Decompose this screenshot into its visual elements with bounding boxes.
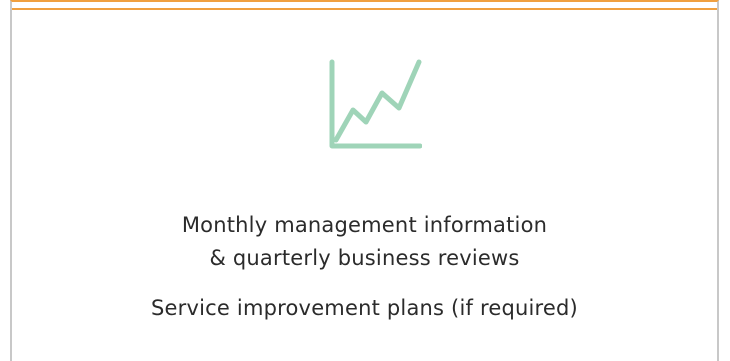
card-text-line-2: & quarterly business reviews bbox=[209, 246, 520, 270]
card-text-line-1: Monthly management information bbox=[181, 213, 548, 237]
line-chart-icon-svg bbox=[329, 59, 422, 149]
card-text-line-3: Service improvement plans (if required) bbox=[151, 296, 578, 320]
line-chart-icon bbox=[320, 58, 422, 152]
card-top-rule bbox=[12, 8, 717, 10]
service-card: Monthly management information & quarter… bbox=[10, 0, 719, 361]
